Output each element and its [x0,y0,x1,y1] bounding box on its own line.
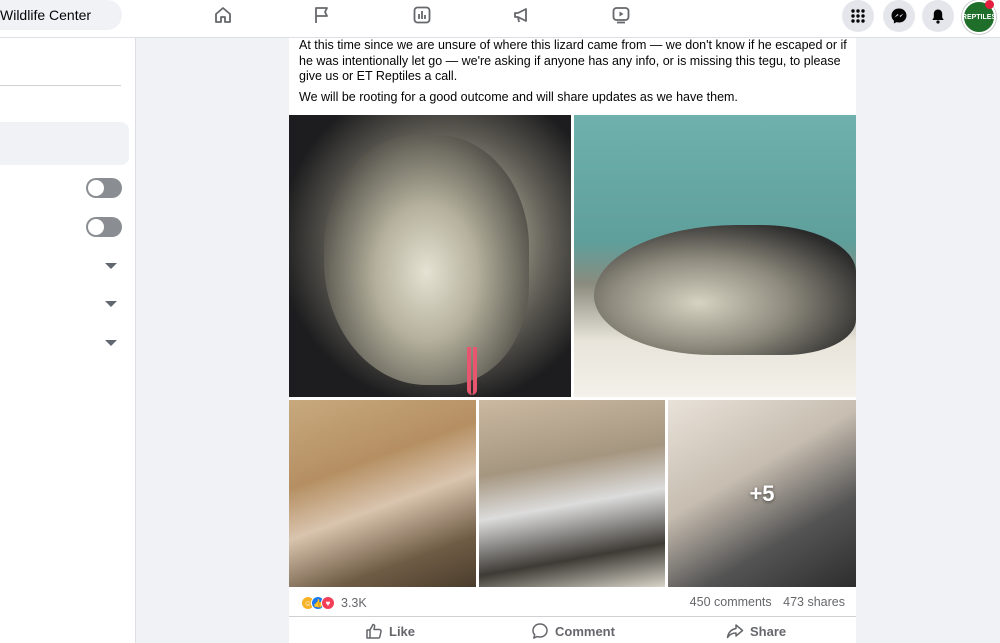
left-sidebar [0,38,136,643]
comment-button[interactable]: Comment [531,620,615,642]
comment-label: Comment [555,623,615,639]
post-paragraph: We will be rooting for a good outcome an… [299,89,738,104]
comments-count[interactable]: 450 comments [690,595,772,609]
like-icon [366,623,382,639]
post-stats: 450 comments 473 shares [682,595,845,609]
shares-count[interactable]: 473 shares [783,595,845,609]
toggle-knob [88,180,104,196]
sidebar-toggle-2[interactable] [86,217,122,237]
post-photo-5[interactable]: +5 [668,400,856,587]
share-label: Share [750,623,787,639]
page-name: Wildlife Center [0,7,92,23]
tegu-head-illustration [324,135,529,385]
more-photos-count: +5 [749,480,775,506]
sidebar-divider [0,85,121,86]
share-icon [726,624,744,639]
share-button[interactable]: Share [726,620,786,642]
post-photo-4[interactable] [479,400,665,587]
megaphone-icon[interactable] [511,4,533,26]
analytics-icon[interactable] [411,4,433,26]
avatar-text: REPTILES [961,13,997,21]
comment-icon [532,623,548,639]
bell-icon[interactable] [922,0,954,32]
like-label: Like [389,623,416,639]
love-reaction-icon: ♥ [321,596,335,610]
post-body: At this time since we are unsure of wher… [299,38,849,110]
dropdown-caret-icon[interactable] [105,340,117,346]
reaction-count: 3.3K [341,596,367,610]
dropdown-caret-icon[interactable] [105,263,117,269]
notification-dot [985,0,994,9]
messenger-icon[interactable] [883,0,915,32]
page-name-pill[interactable]: Wildlife Center [0,0,122,30]
sidebar-selected-item[interactable] [0,122,129,165]
like-button[interactable]: Like [365,620,415,642]
post-card: At this time since we are unsure of wher… [289,38,856,643]
post-photo-2[interactable] [574,115,856,397]
top-navigation-bar: Wildlife Center REPTILES [0,0,1000,38]
dropdown-caret-icon[interactable] [105,301,117,307]
tongue-illustration [467,347,477,395]
flag-icon[interactable] [311,4,333,26]
post-paragraph: At this time since we are unsure of wher… [299,38,847,83]
grid-menu-icon[interactable] [842,0,874,32]
tegu-body-illustration [594,225,856,355]
post-actions-bar: Like Comment Share [289,616,856,643]
toggle-knob [88,219,104,235]
sidebar-toggle-1[interactable] [86,178,122,198]
post-photo-3[interactable] [289,400,476,587]
home-icon[interactable] [212,4,234,26]
video-icon[interactable] [610,4,632,26]
reactions-summary[interactable]: ☺ 👍 ♥ 3.3K [301,595,367,611]
post-photo-1[interactable] [289,115,571,397]
